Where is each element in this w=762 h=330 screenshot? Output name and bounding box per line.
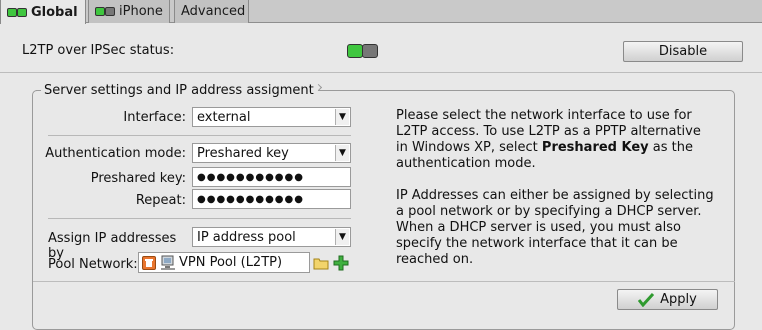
divider	[0, 72, 762, 73]
status-lights-icon	[7, 7, 27, 17]
repeat-value: ●●●●●●●●●●●	[197, 193, 304, 205]
preshared-key-label: Preshared key:	[90, 171, 186, 186]
assign-select[interactable]: IP address pool ▼	[192, 227, 351, 247]
tab-global[interactable]: Global	[0, 0, 86, 24]
apply-button[interactable]: Apply	[617, 289, 718, 310]
auth-mode-value: Preshared key	[197, 145, 289, 161]
disable-button[interactable]: Disable	[623, 41, 743, 62]
interface-label: Interface:	[123, 110, 186, 125]
add-icon[interactable]	[333, 255, 349, 271]
tab-label: Advanced	[181, 4, 246, 19]
group-legend: Server settings and IP address assigment	[36, 83, 318, 98]
divider	[48, 135, 351, 136]
auth-mode-label: Authentication mode:	[45, 146, 186, 161]
repeat-label: Repeat:	[135, 193, 186, 208]
preshared-key-field[interactable]: ●●●●●●●●●●●	[192, 167, 351, 187]
pool-network-field[interactable]: VPN Pool (L2TP)	[138, 252, 310, 273]
status-lights-icon	[95, 7, 115, 16]
tab-iphone[interactable]: iPhone	[88, 0, 170, 23]
divider	[48, 218, 351, 219]
tab-advanced[interactable]: Advanced	[174, 0, 249, 23]
interface-description: Please select the network interface to u…	[396, 108, 716, 172]
chevron-down-icon: ▼	[335, 109, 349, 125]
preshared-key-value: ●●●●●●●●●●●	[197, 171, 304, 183]
status-lights-icon	[347, 44, 378, 58]
description-emphasis: Preshared Key	[541, 140, 649, 155]
divider	[33, 281, 735, 282]
auth-mode-select[interactable]: Preshared key ▼	[192, 143, 351, 163]
clear-icon[interactable]	[142, 255, 156, 270]
apply-label: Apply	[660, 292, 697, 307]
network-icon	[160, 255, 176, 271]
interface-select[interactable]: external ▼	[192, 107, 351, 127]
checkmark-icon	[638, 292, 655, 307]
repeat-field[interactable]: ●●●●●●●●●●●	[192, 189, 351, 209]
status-label: L2TP over IPSec status:	[22, 43, 175, 58]
folder-icon[interactable]	[313, 256, 329, 270]
ip-assignment-description: IP Addresses can either be assigned by s…	[396, 188, 714, 267]
tab-label: Global	[31, 4, 78, 20]
chevron-down-icon: ▼	[335, 145, 349, 161]
pool-network-label: Pool Network:	[48, 257, 138, 272]
assign-value: IP address pool	[197, 229, 296, 245]
tab-label: iPhone	[119, 4, 163, 19]
chevron-down-icon: ▼	[335, 229, 349, 245]
pool-network-value: VPN Pool (L2TP)	[179, 255, 283, 270]
interface-value: external	[197, 109, 251, 125]
